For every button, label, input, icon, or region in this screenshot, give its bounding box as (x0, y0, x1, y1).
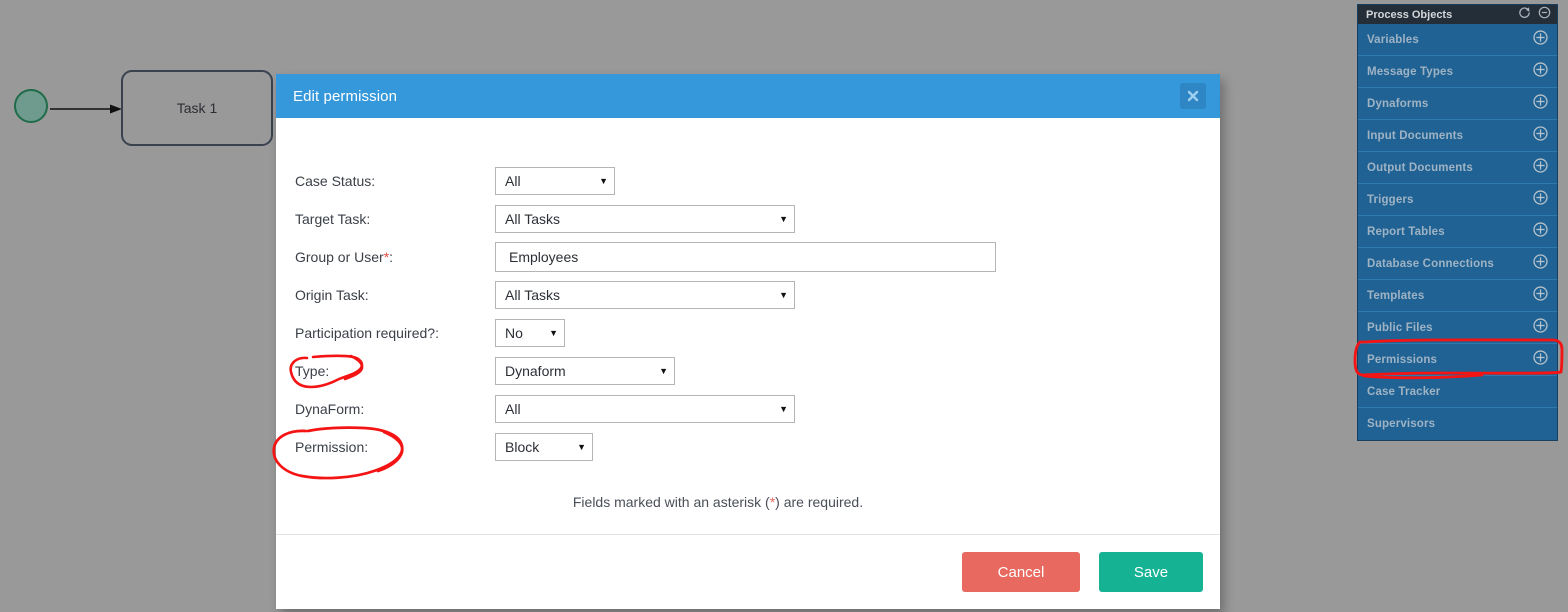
sidebar-item-label: Message Types (1367, 65, 1454, 78)
sidebar-item-label: Permissions (1367, 353, 1438, 366)
sidebar-item-supervisors[interactable]: Supervisors (1358, 408, 1557, 440)
group-or-user-value: Employees (509, 249, 579, 265)
chevron-down-icon: ▼ (599, 175, 608, 186)
sidebar-item-dynaforms[interactable]: Dynaforms (1358, 88, 1557, 120)
sidebar-item-label: Triggers (1367, 193, 1414, 206)
minimize-icon[interactable] (1538, 6, 1551, 24)
start-event-icon[interactable] (14, 89, 48, 123)
case-status-label: Case Status: (295, 173, 376, 189)
dialog-title: Edit permission (293, 87, 398, 105)
dynaform-select[interactable]: All ▼ (495, 395, 795, 423)
chevron-down-icon: ▼ (549, 327, 558, 338)
form-row-dynaform: DynaForm: All ▼ (276, 390, 1220, 428)
sidebar-item-label: Supervisors (1367, 418, 1436, 430)
sidebar-item-label: Templates (1367, 289, 1425, 302)
case-status-select[interactable]: All ▼ (495, 167, 615, 195)
process-objects-list: Variables Message Types Dynaforms Input Doc… (1358, 24, 1557, 440)
form-row-type: Type: Dynaform ▼ (276, 352, 1220, 390)
target-task-value: All Tasks (505, 211, 560, 227)
edit-permission-dialog: Edit permission Case Status: All ▼ Targe… (276, 74, 1220, 609)
sidebar-item-public-files[interactable]: Public Files (1358, 312, 1557, 344)
group-or-user-label: Group or User*: (295, 249, 495, 265)
sidebar-item-label: Report Tables (1367, 225, 1445, 238)
type-label: Type: (295, 363, 330, 379)
sidebar-item-input-documents[interactable]: Input Documents (1358, 120, 1557, 152)
dialog-footer: Cancel Save (276, 534, 1220, 609)
sidebar-item-label: Variables (1367, 33, 1419, 46)
case-status-value: All (505, 173, 521, 189)
origin-task-label: Origin Task: (295, 287, 369, 303)
form-row-participation-required: Participation required?: No ▼ (276, 314, 1220, 352)
chevron-down-icon: ▼ (577, 441, 586, 452)
form-row-group-or-user: Group or User*: Employees (276, 238, 1220, 276)
add-icon[interactable] (1533, 317, 1548, 338)
permission-select[interactable]: Block ▼ (495, 433, 593, 461)
task-node-label: Task 1 (176, 100, 218, 116)
origin-task-select[interactable]: All Tasks ▼ (495, 281, 795, 309)
form-row-origin-task: Origin Task: All Tasks ▼ (276, 276, 1220, 314)
add-icon[interactable] (1533, 221, 1548, 242)
participation-required-label: Participation required?: (295, 325, 439, 341)
process-objects-title: Process Objects (1366, 8, 1453, 21)
chevron-down-icon: ▼ (659, 365, 668, 376)
add-icon[interactable] (1533, 189, 1548, 210)
sidebar-item-label: Input Documents (1367, 129, 1464, 142)
form-row-case-status: Case Status: All ▼ (276, 162, 1220, 200)
chevron-down-icon: ▼ (779, 289, 788, 300)
refresh-icon[interactable] (1518, 6, 1531, 24)
add-icon[interactable] (1533, 285, 1548, 306)
permission-value: Block (505, 439, 540, 455)
sidebar-item-permissions[interactable]: Permissions (1358, 344, 1557, 376)
type-select[interactable]: Dynaform ▼ (495, 357, 675, 385)
process-objects-header: Process Objects (1358, 5, 1557, 24)
sidebar-item-variables[interactable]: Variables (1358, 24, 1557, 56)
sidebar-item-triggers[interactable]: Triggers (1358, 184, 1557, 216)
task-node-task-1[interactable]: Task 1 (121, 70, 273, 146)
add-icon[interactable] (1533, 253, 1548, 274)
sidebar-item-message-types[interactable]: Message Types (1358, 56, 1557, 88)
sidebar-item-report-tables[interactable]: Report Tables (1358, 216, 1557, 248)
participation-required-value: No (505, 325, 523, 341)
dynaform-label: DynaForm: (295, 401, 365, 417)
add-icon[interactable] (1533, 157, 1548, 178)
required-note-after: ) are required. (775, 494, 864, 510)
required-fields-note: Fields marked with an asterisk (*) are r… (276, 494, 1160, 510)
target-task-label: Target Task: (295, 211, 371, 227)
sidebar-item-label: Output Documents (1367, 161, 1473, 174)
dialog-body: Case Status: All ▼ Target Task: All Task… (276, 118, 1220, 534)
chevron-down-icon: ▼ (779, 213, 788, 224)
sidebar-item-templates[interactable]: Templates (1358, 280, 1557, 312)
sidebar-item-label: Public Files (1367, 321, 1433, 334)
add-icon[interactable] (1533, 29, 1548, 50)
group-or-user-input[interactable]: Employees (495, 242, 996, 272)
sidebar-item-database-connections[interactable]: Database Connections (1358, 248, 1557, 280)
cancel-button[interactable]: Cancel (962, 552, 1080, 592)
sidebar-item-label: Database Connections (1367, 257, 1494, 270)
group-or-user-label-text: Group or User (295, 249, 384, 265)
sidebar-item-case-tracker[interactable]: Case Tracker (1358, 376, 1557, 408)
add-icon[interactable] (1533, 125, 1548, 146)
add-icon[interactable] (1533, 93, 1548, 114)
add-icon[interactable] (1533, 349, 1548, 370)
origin-task-value: All Tasks (505, 287, 560, 303)
type-value: Dynaform (505, 363, 566, 379)
form-row-permission: Permission: Block ▼ (276, 428, 1220, 466)
dynaform-value: All (505, 401, 521, 417)
dialog-header: Edit permission (276, 74, 1220, 118)
participation-required-select[interactable]: No ▼ (495, 319, 565, 347)
permission-label: Permission: (295, 439, 369, 455)
required-note-before: Fields marked with an asterisk ( (572, 494, 770, 510)
sidebar-item-output-documents[interactable]: Output Documents (1358, 152, 1557, 184)
save-button[interactable]: Save (1099, 552, 1203, 592)
target-task-select[interactable]: All Tasks ▼ (495, 205, 795, 233)
group-or-user-label-colon: : (389, 249, 394, 265)
process-objects-panel: Process Objects Variables Message Types Dy… (1357, 4, 1558, 441)
sidebar-item-label: Dynaforms (1367, 97, 1429, 110)
chevron-down-icon: ▼ (779, 403, 788, 414)
add-icon[interactable] (1533, 61, 1548, 82)
sidebar-item-label: Case Tracker (1367, 385, 1441, 398)
sequence-flow-arrow (50, 104, 122, 114)
form-row-target-task: Target Task: All Tasks ▼ (276, 200, 1220, 238)
close-icon[interactable] (1180, 83, 1206, 109)
